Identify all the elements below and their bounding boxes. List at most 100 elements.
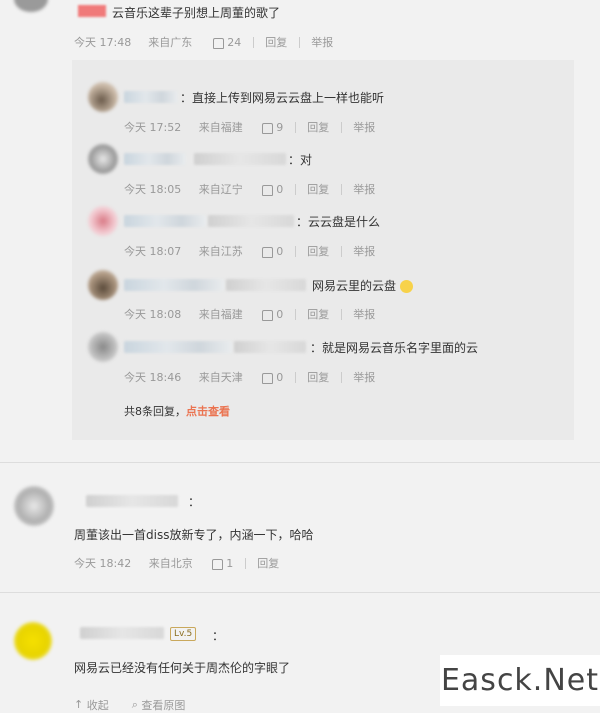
avatar[interactable] [88, 270, 118, 300]
thumbs-up-icon [262, 122, 274, 134]
smile-emoji-icon [399, 280, 413, 293]
colon: ： [212, 629, 225, 643]
report-button[interactable]: 举报 [353, 119, 375, 135]
username-blurred [226, 279, 306, 291]
divider [294, 371, 296, 383]
report-button[interactable]: 举报 [353, 243, 375, 259]
divider [244, 557, 246, 569]
reply-text: ：就是网易云音乐名字里面的云 [310, 341, 479, 355]
reply-meta: 今天 18:46 来自天津 0 回复 举报 [124, 369, 375, 385]
divider [340, 121, 342, 133]
watermark: Easck.Net [440, 655, 600, 706]
avatar[interactable] [88, 144, 118, 174]
thumbs-up-icon [262, 246, 274, 258]
reply-text: ：对 [288, 153, 313, 167]
more-replies: 共8条回复，点击查看 [124, 403, 230, 419]
comment-text: 云音乐这辈子别想上周董的歌了 [112, 6, 281, 20]
avatar[interactable] [14, 0, 48, 12]
reply-button[interactable]: 回复 [307, 181, 329, 197]
divider [340, 308, 342, 320]
timestamp: 今天 17:48 [74, 36, 132, 49]
avatar[interactable] [88, 206, 118, 236]
timestamp: 今天 18:46 [124, 371, 182, 384]
username-blurred [234, 341, 306, 353]
timestamp: 今天 17:52 [124, 121, 182, 134]
colon: ： [188, 495, 201, 509]
reply-text-content: 网易云里的云盘 [312, 279, 397, 293]
reply-button[interactable]: 回复 [307, 243, 329, 259]
thumbs-up-icon [212, 558, 224, 570]
divider [340, 183, 342, 195]
location: 来自天津 [198, 371, 243, 384]
divider [298, 36, 300, 48]
reply-button[interactable]: 回复 [307, 306, 329, 322]
like-button[interactable]: 1 [212, 556, 233, 570]
location: 来自广东 [148, 36, 193, 49]
username-blurred[interactable] [80, 627, 164, 639]
like-button[interactable]: 0 [262, 307, 283, 321]
view-more-link[interactable]: 点击查看 [186, 405, 230, 418]
like-button[interactable]: 24 [213, 35, 241, 49]
like-count: 0 [276, 182, 284, 196]
username-blurred[interactable] [124, 153, 186, 165]
reply-meta: 今天 18:08 来自福建 0 回复 举报 [124, 306, 375, 322]
username-blurred [194, 153, 286, 165]
username-blurred[interactable] [78, 5, 106, 17]
like-button[interactable]: 9 [262, 120, 283, 134]
divider [0, 462, 600, 463]
like-count: 0 [276, 244, 284, 258]
username-blurred[interactable] [124, 341, 232, 353]
location: 来自江苏 [198, 245, 243, 258]
like-count: 9 [276, 120, 284, 134]
avatar[interactable] [14, 622, 52, 660]
reply-button[interactable]: 回复 [265, 34, 287, 50]
reply-button[interactable]: 回复 [307, 119, 329, 135]
divider [294, 183, 296, 195]
reply-meta: 今天 18:07 来自江苏 0 回复 举报 [124, 243, 375, 259]
avatar[interactable] [88, 82, 118, 112]
thumbs-up-icon [262, 309, 274, 321]
username-blurred[interactable] [124, 91, 178, 103]
report-button[interactable]: 举报 [311, 34, 333, 50]
timestamp: 今天 18:07 [124, 245, 182, 258]
reply-text: ：云云盘是什么 [296, 215, 381, 229]
like-button[interactable]: 0 [262, 182, 283, 196]
username-blurred[interactable] [86, 495, 178, 507]
location: 来自辽宁 [198, 183, 243, 196]
like-count: 24 [227, 35, 242, 49]
divider [294, 308, 296, 320]
view-original-label: 查看原图 [141, 699, 186, 712]
location: 来自福建 [198, 308, 243, 321]
more-replies-count: 共8条回复， [124, 405, 186, 418]
comment-text: 周董该出一首diss放新专了，内涵一下，哈哈 [74, 528, 314, 542]
avatar[interactable] [14, 486, 54, 526]
like-count: 1 [226, 556, 234, 570]
divider [340, 245, 342, 257]
username-blurred[interactable] [124, 215, 206, 227]
thumbs-up-icon [213, 37, 225, 49]
report-button[interactable]: 举报 [353, 181, 375, 197]
divider [0, 592, 600, 593]
like-button[interactable]: 0 [262, 370, 283, 384]
reply-button[interactable]: 回复 [257, 555, 279, 571]
report-button[interactable]: 举报 [353, 369, 375, 385]
like-count: 0 [276, 370, 284, 384]
collapse-button[interactable]: ↑ 收起 [74, 697, 109, 713]
location: 来自福建 [198, 121, 243, 134]
view-original-image-button[interactable]: ⌕ 查看原图 [132, 697, 186, 713]
like-button[interactable]: 0 [262, 244, 283, 258]
comment-meta: 今天 18:42 来自北京 1 回复 [74, 555, 279, 571]
comment-meta: 今天 17:48 来自广东 24 回复 举报 [74, 34, 333, 50]
divider [252, 36, 254, 48]
username-blurred [208, 215, 294, 227]
avatar[interactable] [88, 332, 118, 362]
thumbs-up-icon [262, 372, 274, 384]
reply-text: 网易云里的云盘 [312, 277, 413, 294]
image-actions: ↑ 收起 ⌕ 查看原图 [74, 697, 185, 713]
report-button[interactable]: 举报 [353, 306, 375, 322]
comment-text: 网易云已经没有任何关于周杰伦的字眼了 [74, 661, 291, 675]
timestamp: 今天 18:05 [124, 183, 182, 196]
location: 来自北京 [148, 557, 193, 570]
username-blurred[interactable] [124, 279, 224, 291]
reply-button[interactable]: 回复 [307, 369, 329, 385]
